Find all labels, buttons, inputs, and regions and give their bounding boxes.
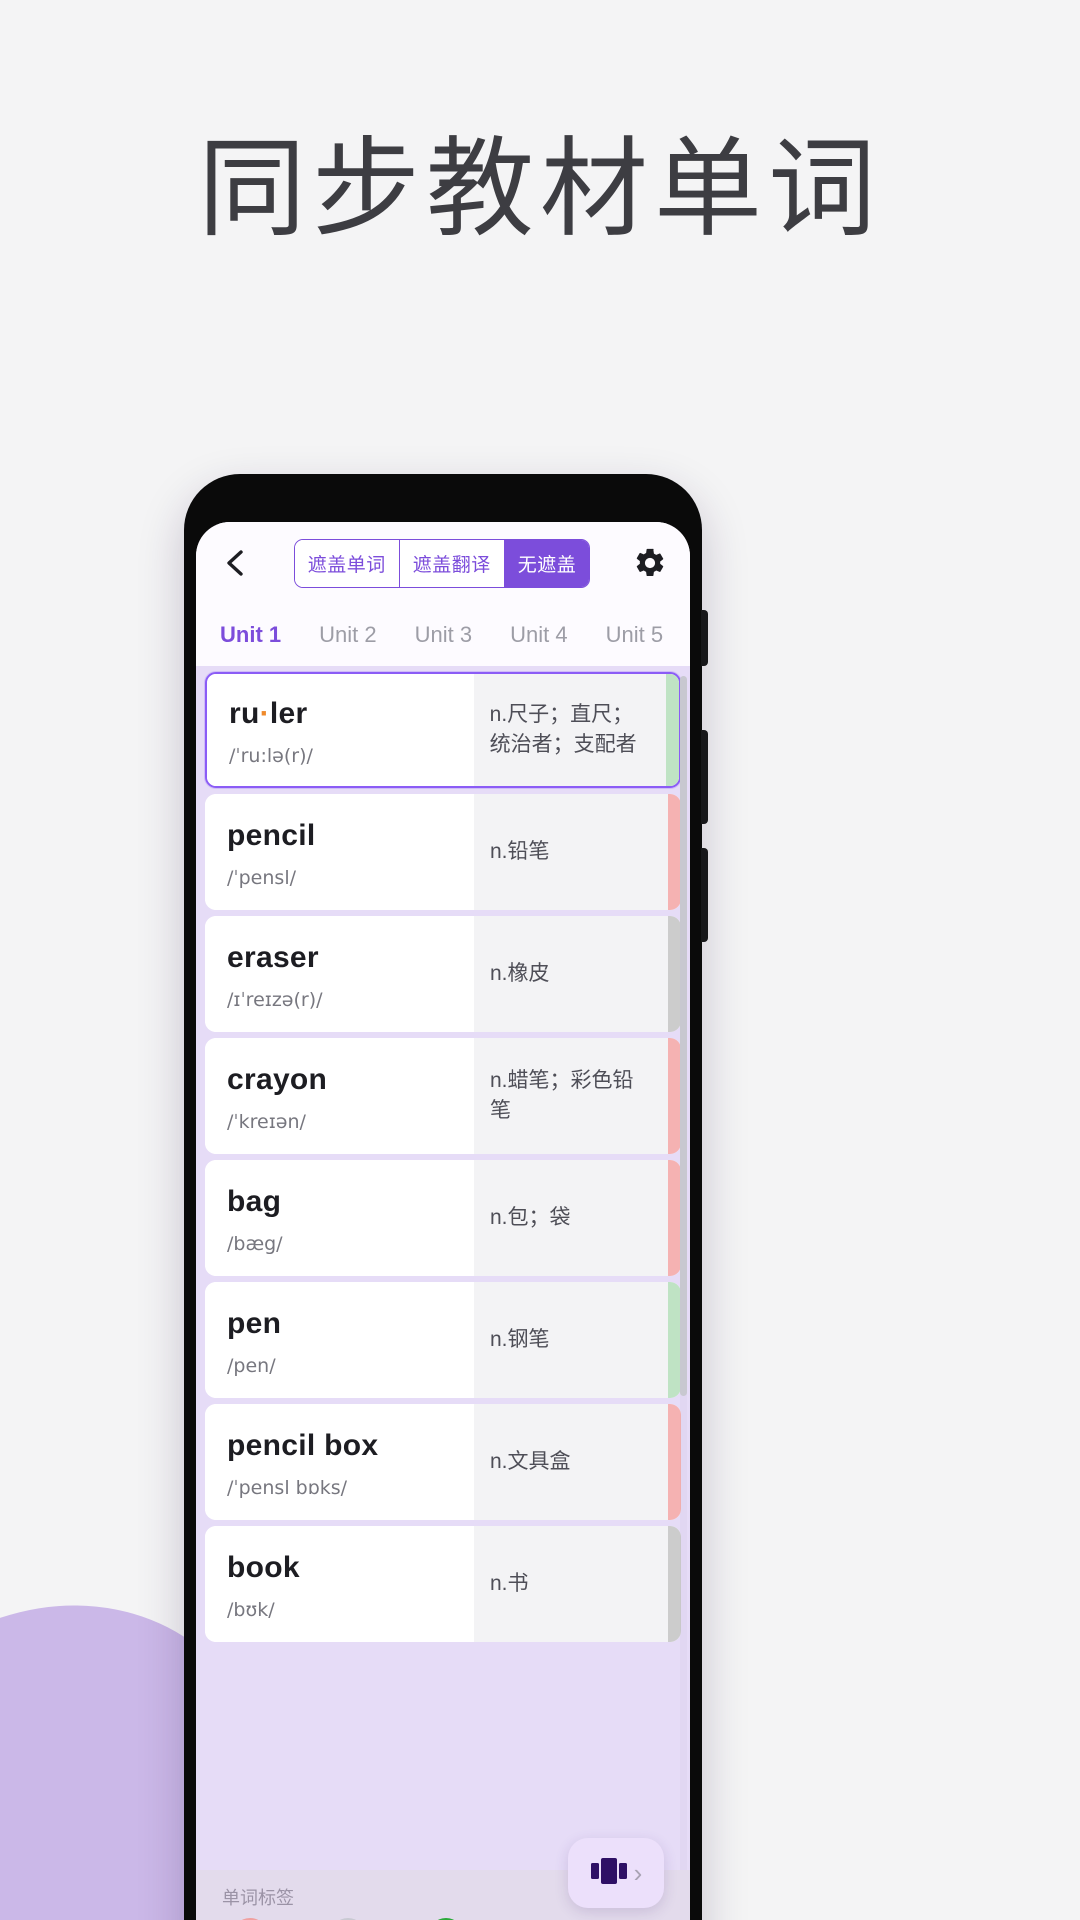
chevron-right-icon: › [633, 1858, 643, 1888]
scrollbar-thumb[interactable] [680, 676, 687, 1396]
gear-icon[interactable] [632, 545, 668, 581]
word-text: pencil [227, 819, 316, 853]
unit-tab-1[interactable]: Unit 1 [214, 622, 300, 648]
word-text: pencil box [227, 1429, 379, 1463]
phone-screen: 遮盖单词 遮盖翻译 无遮盖 Unit 1 Unit 2 Unit 3 Unit … [196, 522, 690, 1920]
word-meaning: n.尺子；直尺；统治者；支配者 [473, 674, 679, 786]
word-card[interactable]: book/bʊk/n.书 [205, 1526, 681, 1642]
word-card-left: ru·ler/ˈru:lə(r)/ [207, 674, 474, 786]
word-card[interactable]: bag/bæg/n.包；袋 [205, 1160, 681, 1276]
unit-tab-2[interactable]: Unit 2 [300, 622, 395, 648]
word-meaning: n.书 [473, 1526, 681, 1642]
phone-button-silent [701, 610, 708, 666]
word-status-strip [666, 674, 679, 786]
word-card-left: eraser/ɪˈreɪzə(r)/ [205, 916, 474, 1032]
word-card[interactable]: pencil/ˈpensl/n.铅笔 [205, 794, 681, 910]
phone-button-volume-up [701, 730, 708, 824]
back-icon[interactable] [218, 546, 252, 580]
unit-tab-3[interactable]: Unit 3 [396, 622, 491, 648]
word-text: book [227, 1551, 300, 1585]
word-meaning: n.铅笔 [473, 794, 681, 910]
word-card-left: crayon/ˈkreɪən/ [205, 1038, 474, 1154]
word-card-left: book/bʊk/ [205, 1526, 474, 1642]
word-card[interactable]: eraser/ɪˈreɪzə(r)/n.橡皮 [205, 916, 681, 1032]
unit-tab-5[interactable]: Unit 5 [587, 622, 682, 648]
word-card[interactable]: pen/pen/n.钢笔 [205, 1282, 681, 1398]
unit-tabs[interactable]: Unit 1 Unit 2 Unit 3 Unit 4 Unit 5 Unit … [196, 604, 690, 666]
unit-tab-6[interactable]: Unit 6 [682, 622, 690, 648]
word-phonetic: /bæg/ [227, 1232, 283, 1255]
word-card-left: bag/bæg/ [205, 1160, 474, 1276]
word-card-left: pencil/ˈpensl/ [205, 794, 474, 910]
unit-tab-4[interactable]: Unit 4 [491, 622, 586, 648]
app-header: 遮盖单词 遮盖翻译 无遮盖 [196, 522, 690, 604]
page-title: 同步教材单词 [197, 127, 882, 252]
word-phonetic: /ˈpensl bɒks/ [227, 1476, 348, 1499]
word-meaning: n.橡皮 [473, 916, 681, 1032]
card-stack-icon [590, 1857, 628, 1890]
word-card[interactable]: crayon/ˈkreɪən/n.蜡笔；彩色铅笔 [205, 1038, 681, 1154]
word-text: ru·ler [229, 697, 308, 731]
word-text: pen [227, 1307, 282, 1341]
word-phonetic: /ˈkreɪən/ [227, 1110, 306, 1133]
word-phonetic: /ˈru:lə(r)/ [229, 744, 313, 767]
word-card[interactable]: pencil box/ˈpensl bɒks/n.文具盒 [205, 1404, 681, 1520]
word-meaning: n.文具盒 [473, 1404, 681, 1520]
word-text: eraser [227, 941, 319, 975]
seg-mask-translation[interactable]: 遮盖翻译 [399, 539, 505, 587]
word-card[interactable]: ru·ler/ˈru:lə(r)/n.尺子；直尺；统治者；支配者 [205, 672, 681, 788]
word-phonetic: /ˈpensl/ [227, 866, 296, 889]
phone-button-volume-down [701, 848, 708, 942]
word-phonetic: /bʊk/ [227, 1598, 275, 1621]
word-text: bag [227, 1185, 282, 1219]
word-text: crayon [227, 1063, 328, 1097]
seg-mask-word[interactable]: 遮盖单词 [294, 539, 400, 587]
word-meaning: n.包；袋 [473, 1160, 681, 1276]
word-phonetic: /pen/ [227, 1354, 276, 1377]
word-list[interactable]: ru·ler/ˈru:lə(r)/n.尺子；直尺；统治者；支配者 pencil/ˈ… [196, 666, 690, 1920]
word-card-container: ru·ler/ˈru:lə(r)/n.尺子；直尺；统治者；支配者 pencil/ˈ… [196, 672, 690, 1642]
word-card-left: pencil box/ˈpensl bɒks/ [205, 1404, 474, 1520]
card-mode-fab[interactable]: › [568, 1838, 664, 1908]
word-meaning: n.钢笔 [473, 1282, 681, 1398]
word-card-left: pen/pen/ [205, 1282, 474, 1398]
word-phonetic: /ɪˈreɪzə(r)/ [227, 988, 323, 1011]
seg-no-mask[interactable]: 无遮盖 [504, 539, 590, 587]
word-meaning: n.蜡笔；彩色铅笔 [473, 1038, 681, 1154]
phone-frame: 遮盖单词 遮盖翻译 无遮盖 Unit 1 Unit 2 Unit 3 Unit … [184, 474, 708, 1920]
mask-mode-segmented-control[interactable]: 遮盖单词 遮盖翻译 无遮盖 [293, 538, 591, 588]
